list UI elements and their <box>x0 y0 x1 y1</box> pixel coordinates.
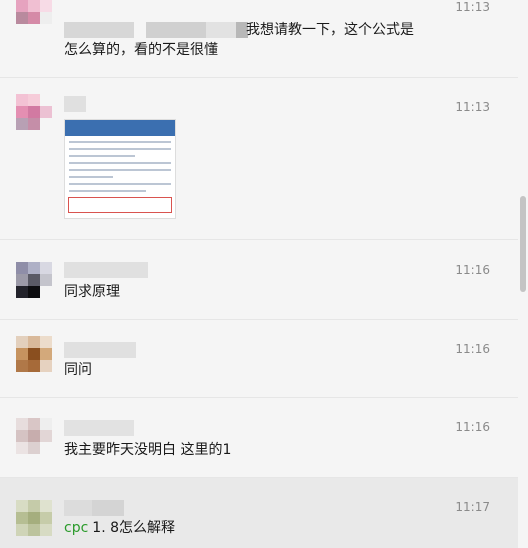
message-time: 11:16 <box>455 420 490 434</box>
avatar[interactable] <box>16 0 52 36</box>
message-text: 同问 <box>64 362 92 378</box>
message-text: 我主要昨天没明白 这里的1 <box>64 442 232 458</box>
chat-message: 11:13 我想请教一下，这个公式是 怎么算的，看的不是很懂 <box>0 0 518 78</box>
message-text: 我想请教一下，这个公式是 <box>246 20 414 40</box>
chat-message-selected: 11:17 cpc 1. 8怎么解释 <box>0 478 518 548</box>
sender-name <box>64 96 86 112</box>
message-text-line: 我想请教一下，这个公式是 <box>246 22 414 38</box>
message-text-line: 怎么算的，看的不是很懂 <box>64 42 218 58</box>
message-text-body: 1. 8怎么解释 <box>92 520 175 536</box>
image-attachment[interactable] <box>64 119 176 219</box>
message-time: 11:13 <box>455 100 490 114</box>
sender-name <box>64 262 148 278</box>
sender-name <box>64 420 134 436</box>
image-header-bar <box>65 120 175 136</box>
message-time: 11:16 <box>455 263 490 277</box>
chat-message: 11:16 我主要昨天没明白 这里的1 <box>0 398 518 478</box>
avatar[interactable] <box>16 500 52 536</box>
sender-name <box>64 342 136 358</box>
message-time: 11:17 <box>455 500 490 514</box>
avatar[interactable] <box>16 336 52 372</box>
sender-name <box>64 22 248 38</box>
avatar[interactable] <box>16 262 52 298</box>
chat-message: 11:16 同求原理 <box>0 240 518 320</box>
message-text: 同求原理 <box>64 284 120 300</box>
message-text: 怎么算的，看的不是很懂 <box>64 40 218 60</box>
message-time: 11:16 <box>455 342 490 356</box>
chat-message: 11:13 <box>0 78 518 240</box>
scrollbar-thumb[interactable] <box>520 196 526 292</box>
sender-name <box>64 500 124 516</box>
message-time: 11:13 <box>455 0 490 14</box>
avatar[interactable] <box>16 418 52 454</box>
highlighted-formula-box <box>68 197 172 213</box>
chat-message: 11:16 同问 <box>0 320 518 398</box>
avatar[interactable] <box>16 94 52 130</box>
mention-link[interactable]: cpc <box>64 520 88 536</box>
message-text: cpc 1. 8怎么解释 <box>64 518 175 538</box>
